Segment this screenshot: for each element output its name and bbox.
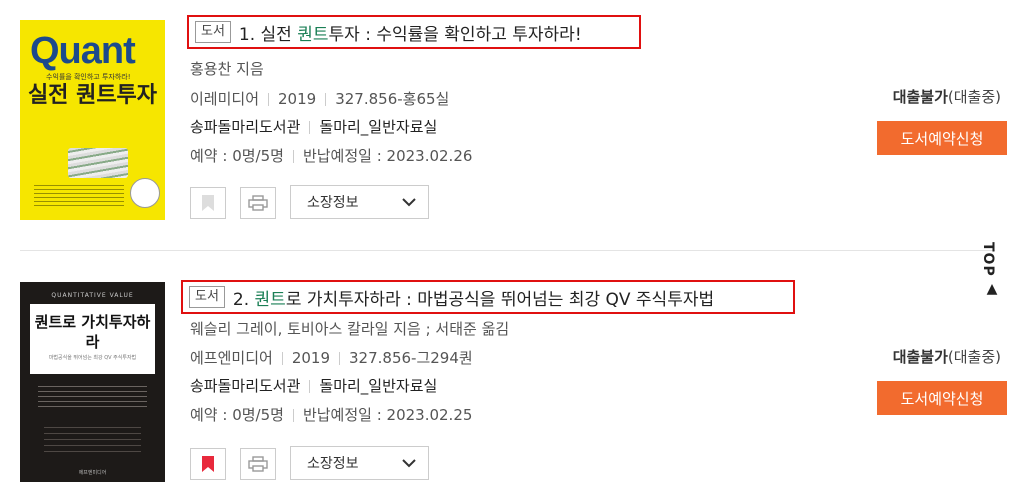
scroll-top-button[interactable]: TOP ▲ [980, 242, 1004, 297]
room-name: 돌마리_일반자료실 [319, 377, 438, 395]
separator [325, 93, 327, 106]
bookmark-icon [202, 456, 214, 472]
bookmark-button[interactable] [190, 187, 226, 219]
location-info: 송파돌마리도서관 돌마리_일반자료실 [190, 375, 437, 396]
year: 2019 [278, 90, 317, 108]
title-suffix: 로 가치투자하라 : 마법공식을 뛰어넘는 최강 QV 주식투자법 [285, 289, 715, 310]
print-icon [248, 456, 268, 472]
book-cover-1[interactable]: Quant 수익률을 확인하고 투자하라! 실전 퀀트투자 [20, 20, 165, 220]
type-badge: 도서 [189, 286, 225, 308]
bookmark-icon [202, 195, 214, 211]
separator [309, 380, 311, 393]
publication-info: 에프엔미디어 2019 327.856-그294퀀 [190, 347, 473, 368]
location-info: 송파돌마리도서관 돌마리_일반자료실 [190, 116, 437, 137]
holdings-dropdown[interactable]: 소장정보 [290, 446, 429, 480]
reserve-button[interactable]: 도서예약신청 [877, 121, 1007, 155]
status-detail: (대출중) [947, 348, 1001, 366]
separator [281, 352, 283, 365]
status-label: 대출불가 [892, 88, 948, 106]
cover-big-text: Quant [30, 30, 136, 72]
title-prefix: 2. [232, 289, 255, 310]
cover-top-text: QUANTITATIVE VALUE [51, 292, 134, 299]
publication-info: 이레미디어 2019 327.856-홍65실 [190, 88, 449, 109]
print-button[interactable] [240, 448, 276, 480]
holdings-label: 소장정보 [307, 195, 359, 211]
cover-text-lines [34, 182, 124, 208]
cover-title: 실전 퀀트투자 [27, 82, 158, 108]
holdings-dropdown[interactable]: 소장정보 [290, 185, 429, 219]
publisher: 에프엔미디어 [190, 349, 273, 367]
room-name: 돌마리_일반자료실 [319, 118, 438, 136]
status-label: 대출불가 [892, 348, 948, 366]
reservation-info: 예약 : 0명/5명 반납예정일 : 2023.02.26 [190, 145, 472, 166]
separator [292, 409, 294, 422]
availability-status: 대출불가(대출중) [893, 86, 1001, 107]
separator [339, 352, 340, 365]
title-box: 도서 1. 실전 퀀트투자 : 수익률을 확인하고 투자하라! [187, 15, 641, 49]
book-cover-2[interactable]: QUANTITATIVE VALUE 퀀트로 가치투자하라 마법공식을 뛰어넘는… [20, 282, 165, 482]
bookmark-button[interactable] [190, 448, 226, 480]
title-highlight: 퀀트 [254, 289, 286, 310]
title-prefix: 1. 실전 [238, 24, 298, 45]
availability-status: 대출불가(대출중) [893, 346, 1001, 367]
cover-subtitle: 마법공식을 뛰어넘는 최강 QV 주식투자법 [48, 355, 137, 361]
call-number: 327.856-홍65실 [335, 90, 450, 108]
publisher: 이레미디어 [190, 90, 260, 108]
holdings-label: 소장정보 [307, 456, 359, 472]
reservation-info: 예약 : 0명/5명 반납예정일 : 2023.02.25 [190, 404, 472, 425]
author: 홍용찬 지음 [190, 60, 264, 78]
book-title-link[interactable]: 1. 실전 퀀트투자 : 수익률을 확인하고 투자하라! [239, 20, 582, 45]
divider [20, 250, 995, 251]
separator [309, 121, 311, 134]
due-date: 반납예정일 : 2023.02.26 [302, 147, 473, 165]
cover-subtitle: 수익률을 확인하고 투자하라! [46, 73, 131, 81]
top-label: TOP [980, 242, 996, 277]
call-number: 327.856-그294퀀 [349, 349, 473, 367]
reservation-count: 예약 : 0명/5명 [190, 406, 284, 424]
arrow-up-icon: ▲ [986, 280, 998, 297]
library-name: 송파돌마리도서관 [190, 118, 301, 136]
cover-illustration [68, 148, 128, 178]
print-button[interactable] [240, 187, 276, 219]
cover-title: 퀀트로 가치투자하라 [34, 313, 151, 351]
chevron-down-icon [402, 197, 416, 206]
library-name: 송파돌마리도서관 [190, 377, 301, 395]
title-highlight: 퀀트 [297, 24, 329, 45]
title-box: 도서 2. 퀀트로 가치투자하라 : 마법공식을 뛰어넘는 최강 QV 주식투자… [181, 280, 795, 314]
reservation-count: 예약 : 0명/5명 [190, 147, 284, 165]
title-suffix: 투자 : 수익률을 확인하고 투자하라! [328, 24, 582, 45]
chevron-down-icon [402, 458, 416, 467]
book-title-link[interactable]: 2. 퀀트로 가치투자하라 : 마법공식을 뛰어넘는 최강 QV 주식투자법 [233, 285, 714, 310]
reserve-button[interactable]: 도서예약신청 [877, 381, 1007, 415]
cover-text-lines [44, 422, 141, 452]
status-detail: (대출중) [947, 88, 1001, 106]
author: 웨슬리 그레이, 토비아스 칼라일 지음 ; 서태준 옮김 [190, 320, 510, 338]
cover-title-box: 퀀트로 가치투자하라 마법공식을 뛰어넘는 최강 QV 주식투자법 [30, 304, 155, 374]
separator [292, 150, 294, 163]
cover-publisher: 에프엔미디어 [78, 470, 107, 476]
year: 2019 [291, 349, 330, 367]
cover-badge [130, 178, 160, 208]
cover-text-lines [38, 382, 147, 410]
due-date: 반납예정일 : 2023.02.25 [302, 406, 473, 424]
type-badge: 도서 [195, 21, 231, 43]
print-icon [248, 195, 268, 211]
separator [268, 93, 270, 106]
